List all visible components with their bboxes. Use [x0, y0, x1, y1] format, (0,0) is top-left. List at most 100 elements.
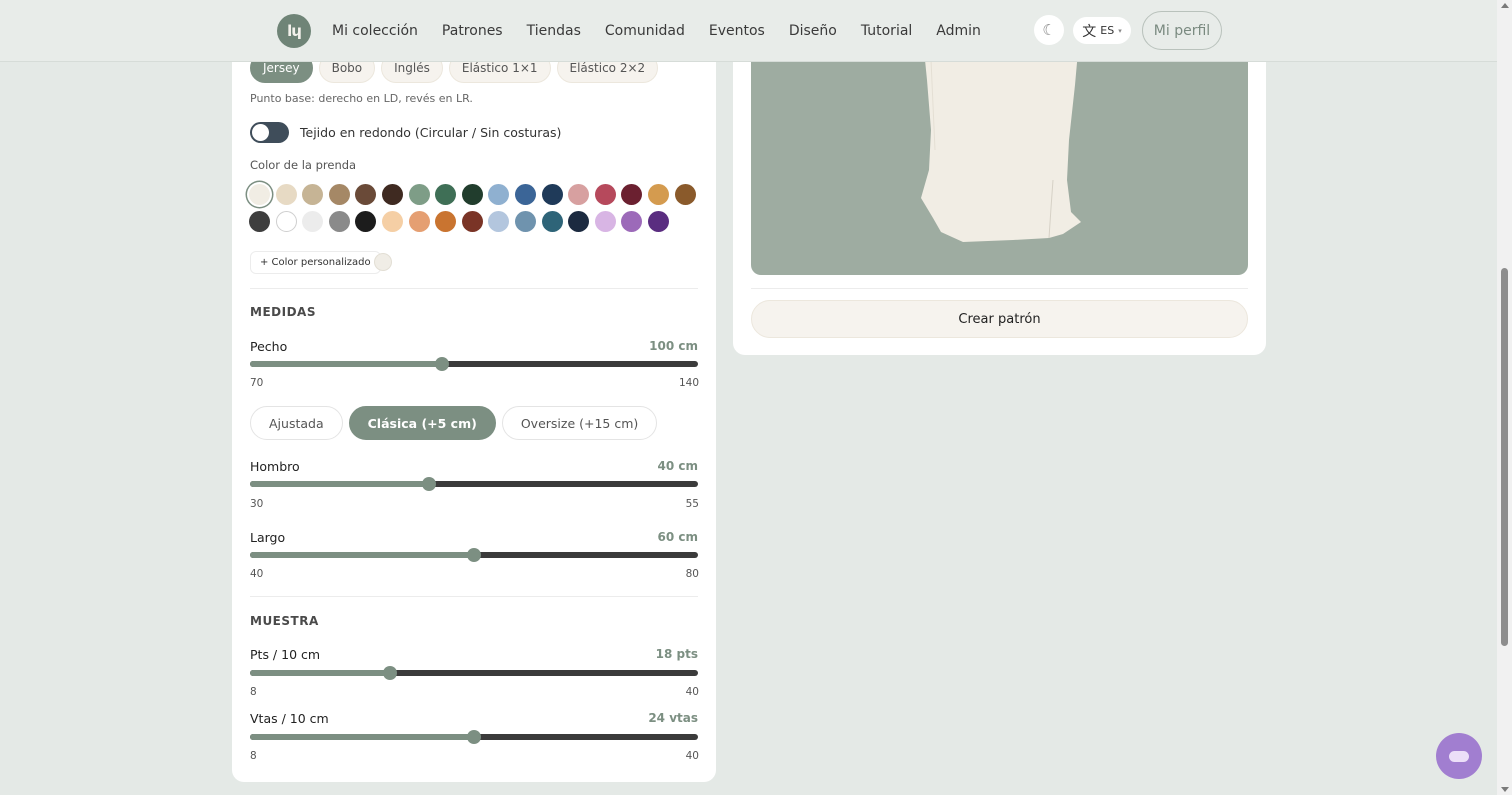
color-swatch[interactable] [302, 210, 324, 232]
garment-color-label: Color de la prenda [250, 158, 357, 172]
nav-item-diseno[interactable]: Diseño [777, 23, 849, 39]
stitches-label: Pts / 10 cm [250, 647, 321, 662]
color-swatch[interactable] [381, 210, 403, 232]
color-swatch[interactable] [514, 184, 536, 205]
translate-icon: 文 [1082, 23, 1097, 40]
stitches-slider[interactable] [250, 666, 698, 680]
nav-item-mi-coleccion[interactable]: Mi colección [320, 23, 430, 39]
chest-min: 70 [250, 377, 264, 389]
color-swatch[interactable] [541, 184, 563, 205]
round-knitting-label: Tejido en redondo (Circular / Sin costur… [300, 125, 562, 140]
color-swatch[interactable] [328, 210, 350, 232]
color-swatch-grid [249, 184, 699, 232]
color-swatch[interactable] [647, 184, 669, 205]
color-swatch[interactable] [461, 184, 483, 205]
shoulder-value: 40 cm [657, 459, 699, 473]
chest-label: Pecho [250, 339, 288, 354]
length-value: 60 cm [657, 530, 699, 544]
rows-min: 8 [250, 750, 257, 762]
divider [751, 288, 1248, 289]
color-swatch[interactable] [355, 184, 377, 205]
stitch-hint: Punto base: derecho en LD, revés en LR. [250, 92, 473, 105]
color-swatch[interactable] [381, 184, 403, 205]
rows-slider-thumb[interactable] [467, 730, 481, 744]
color-swatch[interactable] [594, 184, 616, 205]
scroll-down-icon[interactable] [1501, 787, 1509, 792]
rows-slider[interactable] [250, 730, 698, 744]
length-slider-thumb[interactable] [467, 548, 481, 562]
color-swatch[interactable] [355, 210, 377, 232]
create-pattern-button[interactable]: Crear patrón [751, 300, 1248, 338]
garment-preview [751, 40, 1248, 275]
language-selector[interactable]: 文 ES ▾ [1073, 17, 1131, 44]
length-min: 40 [250, 568, 264, 580]
length-max: 80 [685, 568, 699, 580]
color-swatch[interactable] [488, 184, 510, 205]
color-swatch[interactable] [621, 184, 643, 205]
stitches-slider-thumb[interactable] [383, 666, 397, 680]
chest-slider[interactable] [250, 357, 698, 371]
rows-label: Vtas / 10 cm [250, 711, 329, 726]
color-swatch[interactable] [275, 184, 297, 205]
rows-max: 40 [685, 750, 699, 762]
chevron-down-icon: ▾ [1118, 26, 1122, 35]
color-swatch[interactable] [488, 210, 510, 232]
divider [250, 288, 698, 289]
color-swatch[interactable] [647, 210, 669, 232]
color-swatch[interactable] [461, 210, 483, 232]
moon-icon: ☾ [1042, 21, 1056, 39]
color-swatch[interactable] [674, 184, 696, 205]
nav-item-admin[interactable]: Admin [924, 23, 993, 39]
custom-color-preview[interactable] [374, 253, 392, 271]
color-swatch[interactable] [435, 184, 457, 205]
length-label: Largo [250, 530, 286, 545]
color-swatch[interactable] [541, 210, 563, 232]
color-swatch[interactable] [408, 210, 430, 232]
color-swatch[interactable] [514, 210, 536, 232]
fit-selector: Ajustada Clásica (+5 cm) Oversize (+15 c… [250, 406, 658, 440]
color-swatch[interactable] [408, 184, 430, 205]
fit-chip-clasica[interactable]: Clásica (+5 cm) [348, 406, 496, 440]
measurements-title: MEDIDAS [250, 305, 316, 319]
chest-max: 140 [678, 377, 699, 389]
shoulder-max: 55 [685, 498, 699, 510]
color-swatch[interactable] [435, 210, 457, 232]
fit-chip-ajustada[interactable]: Ajustada [250, 406, 343, 440]
chat-icon [1449, 750, 1469, 762]
color-swatch[interactable] [621, 210, 643, 232]
chat-button[interactable] [1436, 733, 1482, 779]
shoulder-slider[interactable] [250, 477, 698, 491]
nav-item-comunidad[interactable]: Comunidad [593, 23, 697, 39]
rows-value: 24 vtas [648, 711, 698, 725]
color-swatch[interactable] [302, 184, 324, 205]
color-swatch[interactable] [249, 184, 270, 205]
page-scrollbar[interactable] [1497, 0, 1512, 795]
color-swatch[interactable] [568, 184, 590, 205]
length-slider[interactable] [250, 548, 698, 562]
color-swatch[interactable] [328, 184, 350, 205]
round-knitting-toggle[interactable] [250, 122, 289, 143]
custom-color-button[interactable]: + Color personalizado [250, 251, 381, 274]
color-swatch[interactable] [594, 210, 616, 232]
nav-item-patrones[interactable]: Patrones [430, 23, 515, 39]
scrollbar-thumb[interactable] [1501, 268, 1508, 646]
profile-button[interactable]: Mi perfil [1142, 11, 1222, 50]
logo[interactable]: lɥ [277, 14, 311, 48]
fit-chip-oversize[interactable]: Oversize (+15 cm) [501, 406, 658, 440]
nav-item-tiendas[interactable]: Tiendas [515, 23, 593, 39]
nav-menu: Mi colección Patrones Tiendas Comunidad … [320, 0, 993, 62]
stitches-min: 8 [250, 686, 257, 698]
nav-item-eventos[interactable]: Eventos [697, 23, 777, 39]
nav-item-tutorial[interactable]: Tutorial [849, 23, 924, 39]
color-swatch[interactable] [275, 210, 297, 232]
stitches-max: 40 [685, 686, 699, 698]
garment-illustration [921, 40, 1081, 242]
shoulder-min: 30 [250, 498, 264, 510]
stitches-value: 18 pts [655, 647, 698, 661]
theme-toggle-button[interactable]: ☾ [1034, 15, 1064, 45]
chest-slider-thumb[interactable] [435, 357, 449, 371]
color-swatch[interactable] [249, 210, 270, 232]
language-code: ES [1100, 24, 1115, 37]
scroll-up-icon[interactable] [1501, 3, 1509, 8]
color-swatch[interactable] [568, 210, 590, 232]
